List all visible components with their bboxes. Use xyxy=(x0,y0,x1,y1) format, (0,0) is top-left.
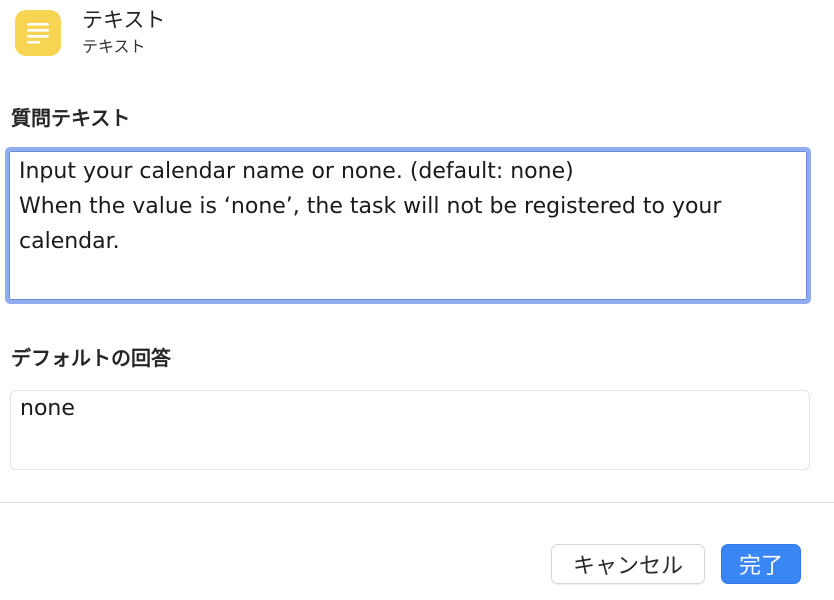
question-text-value[interactable]: Input your calendar name or none. (defau… xyxy=(19,154,793,259)
text-lines-icon-graphic xyxy=(27,23,49,44)
action-subtitle: テキスト xyxy=(82,37,146,56)
default-answer-label: デフォルトの回答 xyxy=(11,346,171,370)
question-text-label: 質問テキスト xyxy=(11,106,131,130)
question-text-field[interactable]: Input your calendar name or none. (defau… xyxy=(5,147,811,304)
action-title: テキスト xyxy=(82,8,166,32)
text-lines-icon xyxy=(15,10,61,56)
footer-divider xyxy=(0,502,834,503)
done-button[interactable]: 完了 xyxy=(721,544,801,584)
default-answer-field[interactable]: none xyxy=(10,390,810,470)
default-answer-value[interactable]: none xyxy=(20,394,75,424)
text-input-dialog: テキスト テキスト 質問テキスト Input your calendar nam… xyxy=(0,0,834,600)
cancel-button[interactable]: キャンセル xyxy=(551,544,705,584)
